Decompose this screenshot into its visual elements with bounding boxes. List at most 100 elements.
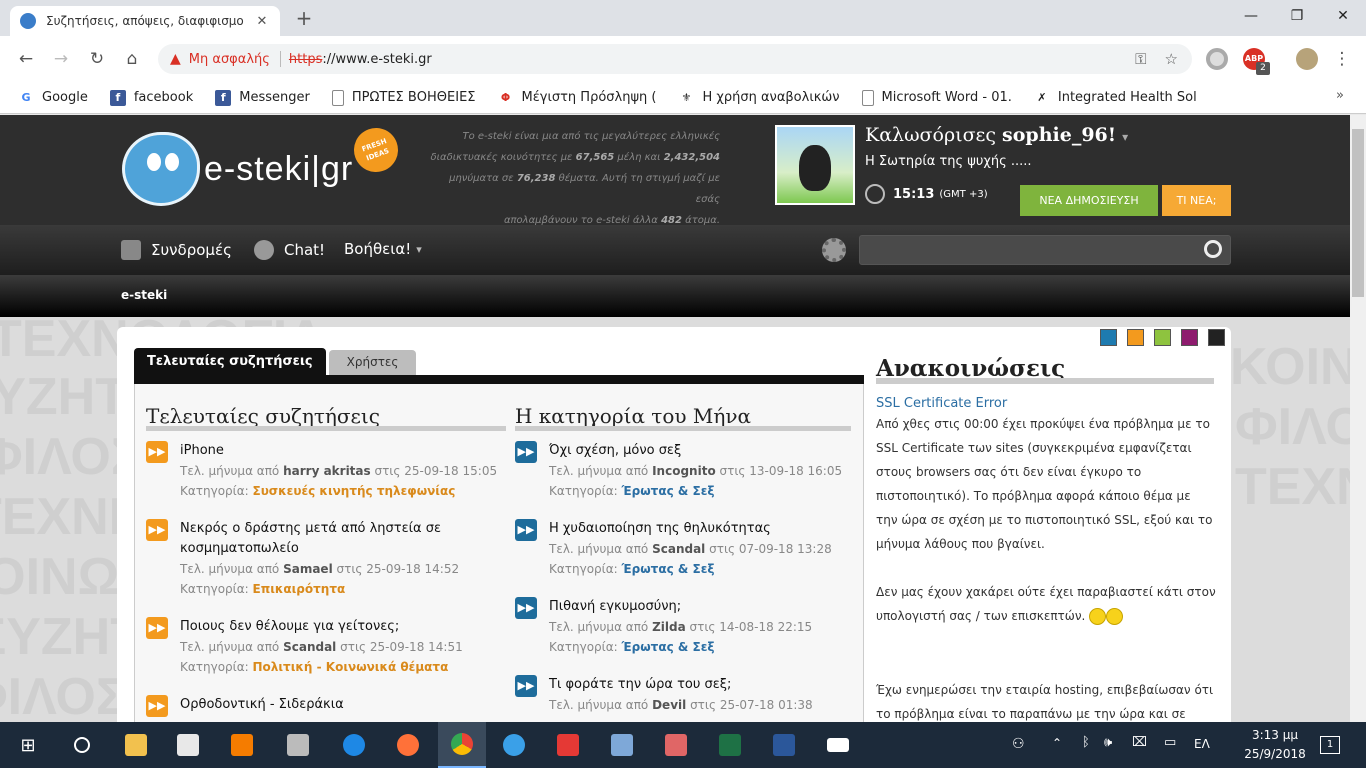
thread-title[interactable]: Ποιους δεν θέλουμε για γείτονες; bbox=[180, 617, 480, 637]
bookmark-first-aid[interactable]: ΠΡΩΤΕΣ ΒΟΗΘΕΙΕΣ bbox=[331, 89, 476, 106]
warning-icon: ▲ bbox=[170, 51, 181, 67]
category-link[interactable]: Έρωτας & Σεξ bbox=[622, 562, 715, 576]
notification-icon[interactable]: 1 bbox=[1320, 736, 1340, 754]
address-bar[interactable]: ▲ Μη ασφαλής https ://www.e-steki.gr ⚿ ☆ bbox=[158, 44, 1192, 74]
user-avatar[interactable] bbox=[775, 125, 855, 205]
taskbar-app[interactable] bbox=[544, 722, 592, 768]
key-icon[interactable]: ⚿ bbox=[1135, 50, 1146, 68]
category-link[interactable]: Συσκευές κινητής τηλεφωνίας bbox=[253, 484, 456, 498]
thread-author[interactable]: Zilda bbox=[652, 620, 686, 634]
gear-icon[interactable] bbox=[822, 238, 846, 262]
thread-title[interactable]: Νεκρός ο δράστης μετά από ληστεία σε κοσ… bbox=[180, 519, 480, 559]
chevron-up-icon[interactable]: ⌃ bbox=[1052, 736, 1062, 750]
menu-icon[interactable]: ⋮ bbox=[1330, 47, 1354, 71]
taskbar-app[interactable] bbox=[814, 722, 862, 768]
thread-author[interactable]: harry akritas bbox=[283, 464, 371, 478]
bookmark-facebook[interactable]: f facebook bbox=[109, 89, 194, 106]
bookmark-integrated-health[interactable]: ✗ Integrated Health Sol bbox=[1034, 90, 1196, 106]
extension-circle-icon[interactable] bbox=[1206, 48, 1228, 70]
thread-title[interactable]: iPhone bbox=[180, 441, 480, 461]
taskbar-app[interactable] bbox=[330, 722, 378, 768]
tab-latest-discussions[interactable]: Τελευταίες συζητήσεις bbox=[134, 348, 326, 375]
site-search-input[interactable] bbox=[859, 235, 1231, 265]
taskbar-app-active[interactable] bbox=[438, 722, 486, 768]
chevron-down-icon[interactable]: ▾ bbox=[1122, 130, 1128, 144]
taskbar-app[interactable] bbox=[706, 722, 754, 768]
page-scrollbar[interactable] bbox=[1350, 115, 1366, 722]
nav-subscriptions[interactable]: Συνδρομές bbox=[121, 240, 232, 260]
latest-heading: Τελευταίες συζητήσεις bbox=[146, 404, 380, 428]
minimize-button[interactable]: — bbox=[1228, 0, 1274, 32]
star-icon[interactable]: ☆ bbox=[1165, 50, 1178, 68]
tab-users[interactable]: Χρήστες bbox=[328, 350, 417, 375]
breadcrumb-bar bbox=[0, 275, 1350, 317]
theme-swatch-orange[interactable] bbox=[1127, 329, 1144, 346]
search-icon[interactable] bbox=[1204, 240, 1222, 258]
restore-button[interactable]: ❐ bbox=[1274, 0, 1320, 32]
category-link[interactable]: Πολιτική - Κοινωνικά θέματα bbox=[253, 660, 449, 674]
bookmark-word-doc[interactable]: Microsoft Word - 01. bbox=[861, 89, 1012, 106]
nav-help[interactable]: Βοήθεια! ▾ bbox=[344, 240, 422, 258]
thread-author[interactable]: Samael bbox=[283, 562, 333, 576]
bluetooth-icon[interactable]: ᛒ bbox=[1082, 735, 1090, 750]
welcome-message[interactable]: Καλωσόρισες sophie_96! ▾ bbox=[865, 124, 1128, 146]
network-icon[interactable]: ⌧ bbox=[1132, 735, 1147, 750]
nav-chat[interactable]: Chat! bbox=[254, 240, 325, 260]
taskbar-app[interactable] bbox=[490, 722, 538, 768]
home-button[interactable]: ⌂ bbox=[120, 47, 144, 71]
volume-icon[interactable]: 🕪 bbox=[1104, 735, 1112, 750]
back-button[interactable]: ← bbox=[14, 47, 38, 71]
thread-author[interactable]: Incognito bbox=[652, 464, 716, 478]
bookmark-messenger[interactable]: f Messenger bbox=[215, 89, 310, 106]
bookmarks-overflow-button[interactable]: » bbox=[1336, 88, 1344, 103]
thread-title[interactable]: Η χυδαιοποίηση της θηλυκότητας bbox=[549, 519, 849, 539]
close-window-button[interactable]: ✕ bbox=[1320, 0, 1366, 32]
site-logo[interactable]: e-steki|gr FRESH IDEAS bbox=[122, 121, 412, 208]
forward-button[interactable]: → bbox=[49, 47, 73, 71]
bookmark-google[interactable]: G Google bbox=[18, 90, 87, 106]
profile-avatar[interactable] bbox=[1296, 48, 1318, 70]
taskbar-app[interactable] bbox=[760, 722, 808, 768]
bookmark-max-intake[interactable]: Φ Μέγιστη Πρόσληψη ( bbox=[498, 90, 657, 106]
taskbar-app[interactable] bbox=[274, 722, 322, 768]
language-indicator[interactable]: ΕΛ bbox=[1194, 737, 1210, 751]
taskbar-app[interactable] bbox=[598, 722, 646, 768]
thread-title[interactable]: Όχι σχέση, μόνο σεξ bbox=[549, 441, 849, 461]
reload-button[interactable]: ↻ bbox=[85, 47, 109, 71]
breadcrumb[interactable]: e-steki bbox=[121, 288, 167, 302]
theme-swatch-purple[interactable] bbox=[1181, 329, 1198, 346]
taskbar-app[interactable] bbox=[652, 722, 700, 768]
people-icon[interactable]: ⚇ bbox=[1012, 736, 1025, 752]
thread-title[interactable]: Τι φοράτε την ώρα του σεξ; bbox=[549, 675, 849, 695]
thread-author[interactable]: Devil bbox=[652, 698, 686, 712]
theme-swatch-black[interactable] bbox=[1208, 329, 1225, 346]
bookmark-label: facebook bbox=[133, 90, 194, 105]
thread-author[interactable]: Scandal bbox=[283, 640, 336, 654]
category-link[interactable]: Έρωτας & Σεξ bbox=[622, 640, 715, 654]
taskbar-app[interactable] bbox=[384, 722, 432, 768]
start-button[interactable]: ⊞ bbox=[4, 722, 52, 768]
theme-swatch-green[interactable] bbox=[1154, 329, 1171, 346]
display-icon[interactable]: ▭ bbox=[1164, 735, 1176, 750]
taskbar-app[interactable] bbox=[218, 722, 266, 768]
theme-swatch-blue[interactable] bbox=[1100, 329, 1117, 346]
thread-author[interactable]: Scandal bbox=[652, 542, 705, 556]
new-tab-button[interactable]: + bbox=[292, 6, 316, 30]
bookmark-anabolics[interactable]: ⚜ Η χρήση αναβολικών bbox=[678, 90, 840, 106]
thread-title[interactable]: Ορθοδοντική - Σιδεράκια bbox=[180, 695, 480, 715]
category-link[interactable]: Επικαιρότητα bbox=[253, 582, 346, 596]
insecure-label[interactable]: Μη ασφαλής bbox=[189, 52, 270, 67]
taskbar-app[interactable] bbox=[164, 722, 212, 768]
thread-title[interactable]: Πιθανή εγκυμοσύνη; bbox=[549, 597, 849, 617]
taskbar-clock[interactable]: 3:13 μμ 25/9/2018 bbox=[1232, 726, 1318, 764]
category-link[interactable]: Έρωτας & Σεξ bbox=[622, 484, 715, 498]
username[interactable]: sophie_96! bbox=[1002, 124, 1116, 146]
announcement-title[interactable]: SSL Certificate Error bbox=[876, 396, 1007, 411]
search-button[interactable] bbox=[58, 722, 106, 768]
new-post-button[interactable]: ΝΕΑ ΔΗΜΟΣΙΕΥΣΗ bbox=[1020, 185, 1158, 216]
close-tab-icon[interactable]: ✕ bbox=[254, 14, 270, 29]
whats-new-button[interactable]: ΤΙ ΝΕΑ; bbox=[1162, 185, 1231, 216]
taskbar-app[interactable] bbox=[112, 722, 160, 768]
browser-tab[interactable]: Συζητήσεις, απόψεις, διαφιφισμο ✕ bbox=[10, 6, 280, 36]
scrollbar-thumb[interactable] bbox=[1352, 129, 1364, 297]
